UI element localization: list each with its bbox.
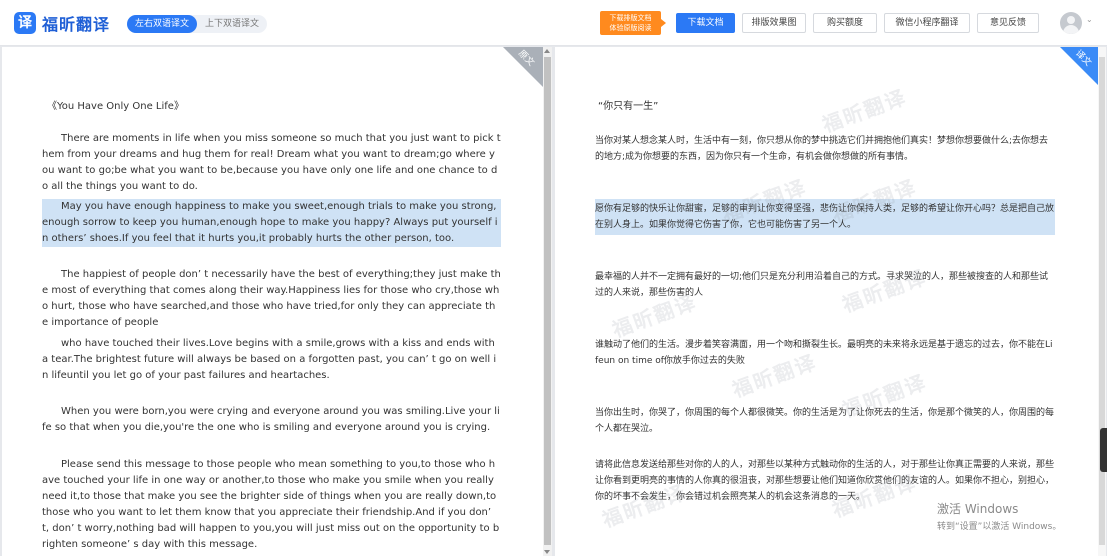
translation-scrollbar[interactable] [1098,47,1106,556]
app-name: 福昕翻译 [42,15,111,34]
layout-preview-button[interactable]: 排版效果图 [742,13,806,33]
original-paragraph[interactable]: When you were born,you were crying and e… [42,404,501,436]
original-scrollbar[interactable] [543,47,552,556]
wechat-miniprogram-button[interactable]: 微信小程序翻译 [884,13,970,33]
original-title: 《You Have Only One Life》 [47,101,184,112]
original-paragraph[interactable]: Please send this message to those people… [42,457,501,553]
translation-title: “你只有一生” [598,101,659,112]
promo-line-1: 下载排版文档 [609,14,652,22]
translation-paragraph-highlighted[interactable]: 愿你有足够的快乐让你甜蜜，足够的审判让你变得坚强，悲伤让你保持人类，足够的希望让… [595,199,1055,235]
translation-paragraph[interactable]: 当你对某人想念某人时，生活中有一刻，你只想从你的梦中挑选它们并拥抱他们真实！梦想… [595,133,1055,165]
user-avatar[interactable] [1060,12,1082,34]
top-bar: 译 福昕翻译 左右双语译文 上下双语译文 下载排版文档 体验原版阅读 下载文档 … [0,0,1107,46]
mode-top-bottom[interactable]: 上下双语译文 [197,15,267,33]
translation-paragraph[interactable]: 谁触动了他们的生活。漫步着笑容满面，用一个吻和撕裂生长。最明亮的未来将永远是基于… [595,337,1055,369]
original-scrollbar-thumb[interactable] [544,57,551,545]
translation-paragraph[interactable]: 当你出生时，你哭了，你周围的每个人都很微笑。你的生活是为了让你死去的生活，你是那… [595,405,1055,437]
scroll-down-icon[interactable] [544,550,550,554]
logo-mark-icon: 译 [14,12,36,34]
buy-quota-button[interactable]: 购买额度 [813,13,877,33]
activation-title: 激活 Windows [937,502,1019,516]
feedback-button[interactable]: 意见反馈 [977,13,1039,33]
activation-subtitle: 转到“设置”以激活 Windows。 [937,522,1062,532]
original-paragraph-highlighted[interactable]: May you have enough happiness to make yo… [42,199,501,247]
mode-side-by-side[interactable]: 左右双语译文 [127,15,198,33]
scroll-up-icon[interactable] [544,49,550,53]
original-paragraph[interactable]: There are moments in life when you miss … [42,131,501,195]
side-tool-widget[interactable] [1100,428,1107,472]
original-paragraph[interactable]: who have touched their lives.Love begins… [42,336,501,384]
chevron-down-icon[interactable]: ⌄ [1086,15,1093,24]
windows-activation-notice: 激活 Windows 转到“设置”以激活 Windows。 [937,500,1061,532]
original-text-pane: 原文 《You Have Only One Life》 There are mo… [2,47,543,556]
app-logo[interactable]: 译 福昕翻译 [14,11,110,35]
promo-tooltip[interactable]: 下载排版文档 体验原版阅读 [600,11,666,35]
download-document-button[interactable]: 下载文档 [676,13,735,33]
promo-line-2: 体验原版阅读 [609,24,652,32]
original-paragraph[interactable]: The happiest of people don’ t necessaril… [42,267,501,331]
layout-mode-toggle: 左右双语译文 上下双语译文 [127,15,268,33]
